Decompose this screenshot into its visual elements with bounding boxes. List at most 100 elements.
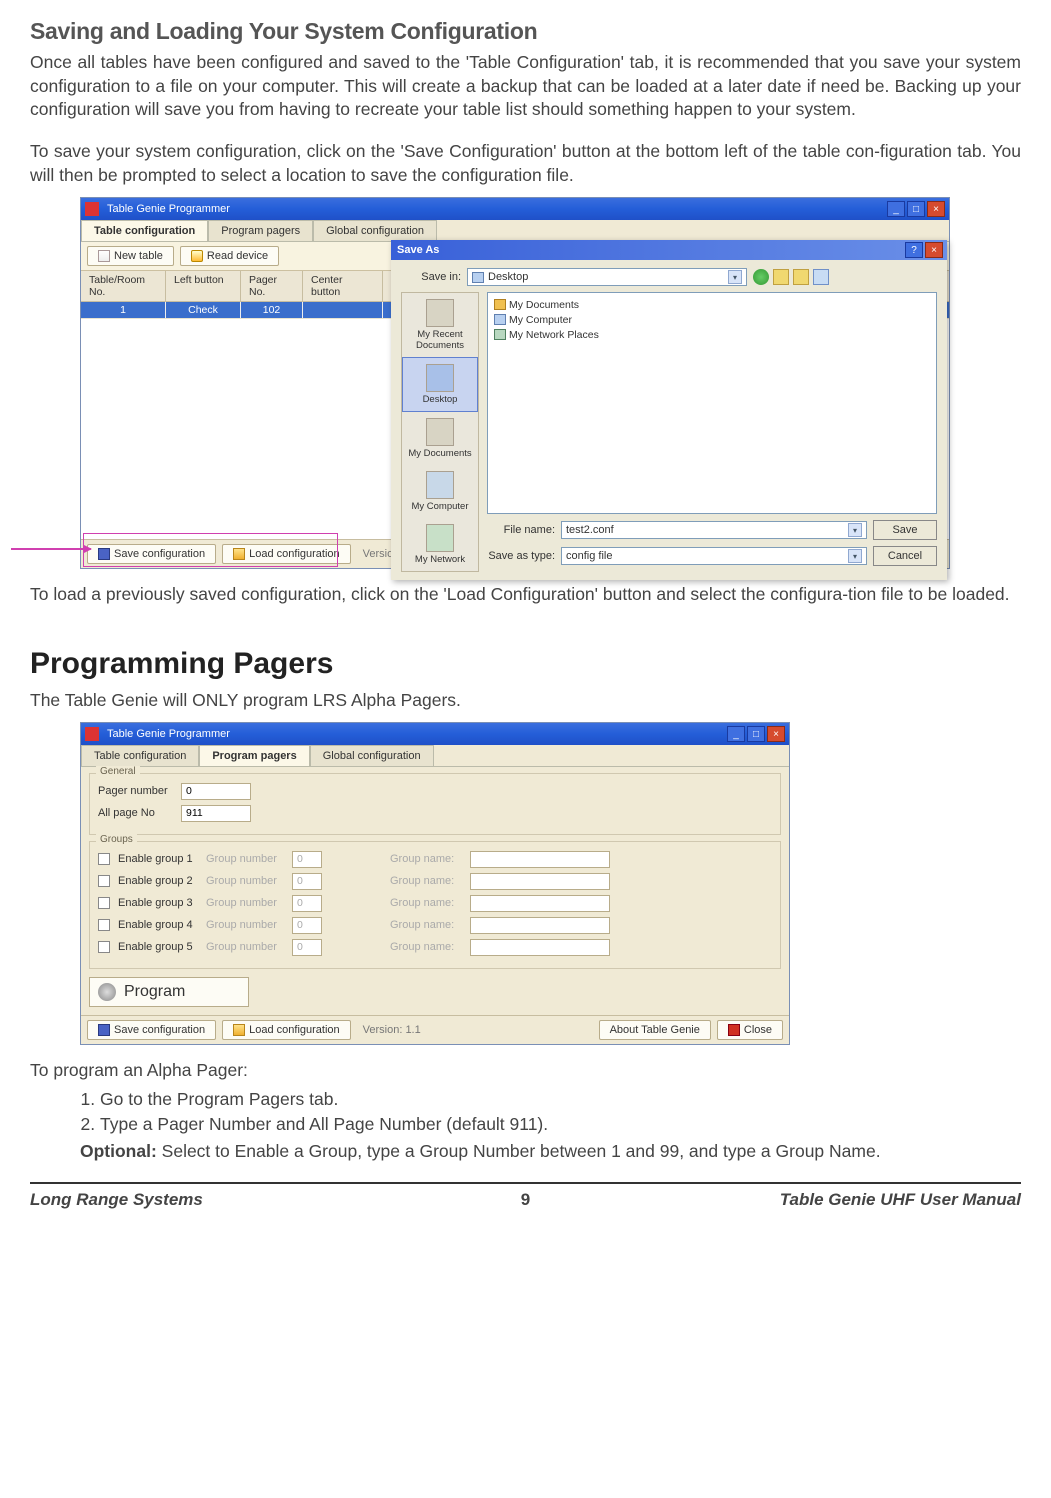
- label: My Documents: [408, 448, 471, 459]
- groupnum-label: Group number: [206, 897, 284, 909]
- groups-group: Groups Enable group 1Group numberGroup n…: [89, 841, 781, 969]
- optional-text: Select to Enable a Group, type a Group N…: [157, 1141, 881, 1161]
- close-button[interactable]: ×: [767, 726, 785, 742]
- folder-icon: [426, 299, 454, 327]
- groupname-label: Group name:: [390, 897, 462, 909]
- read-device-button[interactable]: Read device: [180, 246, 279, 266]
- groupname-label: Group name:: [390, 919, 462, 931]
- label: My Computer: [411, 501, 468, 512]
- groupname-input: [470, 917, 610, 934]
- page-footer: Long Range Systems 9 Table Genie UHF Use…: [30, 1182, 1021, 1210]
- filename-combo[interactable]: test2.conf▾: [561, 521, 867, 539]
- desktop-icon: [472, 272, 484, 283]
- enable-group-5: Enable group 5: [118, 941, 198, 953]
- new-table-button[interactable]: New table: [87, 246, 174, 266]
- checkbox[interactable]: [98, 919, 110, 931]
- tab-global-configuration[interactable]: Global configuration: [310, 745, 434, 766]
- back-icon[interactable]: [753, 269, 769, 285]
- label: My Network Places: [509, 329, 599, 341]
- maximize-button[interactable]: □: [747, 726, 765, 742]
- label: Desktop: [423, 394, 458, 405]
- annotation-arrow: [11, 548, 91, 550]
- enable-group-1: Enable group 1: [118, 853, 198, 865]
- up-folder-icon[interactable]: [773, 269, 789, 285]
- place-mycomputer[interactable]: My Computer: [402, 465, 478, 518]
- group-legend: Groups: [96, 834, 137, 845]
- chevron-down-icon: ▾: [848, 549, 862, 563]
- save-configuration-button[interactable]: Save configuration: [87, 1020, 216, 1040]
- body-text: To save your system configuration, click…: [30, 140, 1021, 187]
- tab-table-configuration[interactable]: Table configuration: [81, 745, 199, 766]
- optional-note: Optional: Select to Enable a Group, type…: [80, 1141, 1021, 1162]
- groupnum-label: Group number: [206, 941, 284, 953]
- savein-combo[interactable]: Desktop ▾: [467, 268, 747, 286]
- label: Read device: [207, 250, 268, 262]
- desktop-icon: [426, 364, 454, 392]
- close-button[interactable]: ×: [927, 201, 945, 217]
- saveastype-value: config file: [566, 550, 612, 562]
- allpage-label: All page No: [98, 807, 173, 819]
- maximize-button[interactable]: □: [907, 201, 925, 217]
- general-group: General Pager number All page No: [89, 773, 781, 835]
- col-header: Left button: [166, 271, 241, 301]
- app-icon: [85, 727, 99, 741]
- enable-group-2: Enable group 2: [118, 875, 198, 887]
- save-button[interactable]: Save: [873, 520, 937, 540]
- minimize-button[interactable]: _: [887, 201, 905, 217]
- about-button[interactable]: About Table Genie: [599, 1020, 711, 1040]
- views-icon[interactable]: [813, 269, 829, 285]
- label: My Recent Documents: [416, 329, 464, 351]
- footer-left: Long Range Systems: [30, 1190, 360, 1210]
- window-title: Table Genie Programmer: [103, 203, 887, 215]
- minimize-button[interactable]: _: [727, 726, 745, 742]
- groupnum-input: [292, 851, 322, 868]
- help-button[interactable]: ?: [905, 242, 923, 258]
- tab-table-configuration[interactable]: Table configuration: [81, 220, 208, 241]
- checkbox[interactable]: [98, 875, 110, 887]
- places-bar: My Recent Documents Desktop My Documents…: [401, 292, 479, 572]
- program-button[interactable]: Program: [89, 977, 249, 1007]
- label: Program: [124, 983, 185, 1001]
- list-item[interactable]: My Documents: [494, 297, 930, 312]
- groupname-input: [470, 895, 610, 912]
- window-title: Table Genie Programmer: [103, 728, 727, 740]
- label: New table: [114, 250, 163, 262]
- network-icon: [494, 329, 506, 340]
- savein-label: Save in:: [401, 271, 461, 283]
- file-list[interactable]: My Documents My Computer My Network Plac…: [487, 292, 937, 514]
- label: About Table Genie: [610, 1024, 700, 1036]
- cell: 102: [241, 302, 303, 318]
- place-desktop[interactable]: Desktop: [402, 357, 478, 412]
- col-header: Pager No.: [241, 271, 303, 301]
- groupname-input: [470, 939, 610, 956]
- checkbox[interactable]: [98, 941, 110, 953]
- list-item[interactable]: My Network Places: [494, 327, 930, 342]
- dialog-close-button[interactable]: ×: [925, 242, 943, 258]
- load-configuration-button[interactable]: Load configuration: [222, 1020, 351, 1040]
- newfile-icon: [98, 250, 110, 262]
- place-recent[interactable]: My Recent Documents: [402, 293, 478, 357]
- new-folder-icon[interactable]: [793, 269, 809, 285]
- group-legend: General: [96, 766, 140, 777]
- saveastype-label: Save as type:: [483, 550, 555, 562]
- network-icon: [426, 524, 454, 552]
- saveastype-combo[interactable]: config file ▾: [561, 547, 867, 565]
- tab-program-pagers[interactable]: Program pagers: [208, 220, 313, 241]
- tab-program-pagers[interactable]: Program pagers: [199, 745, 309, 766]
- folder-icon: [494, 299, 506, 310]
- place-mynetwork[interactable]: My Network: [402, 518, 478, 571]
- allpage-input[interactable]: [181, 805, 251, 822]
- cell: Check: [166, 302, 241, 318]
- place-mydocs[interactable]: My Documents: [402, 412, 478, 465]
- tab-global-configuration[interactable]: Global configuration: [313, 220, 437, 241]
- list-item[interactable]: My Computer: [494, 312, 930, 327]
- pagernum-input[interactable]: [181, 783, 251, 800]
- close-button[interactable]: Close: [717, 1020, 783, 1040]
- checkbox[interactable]: [98, 897, 110, 909]
- body-text: Once all tables have been configured and…: [30, 51, 1021, 122]
- ordered-list: Go to the Program Pagers tab. Type a Pag…: [100, 1089, 1021, 1135]
- cancel-button[interactable]: Cancel: [873, 546, 937, 566]
- dialog-toolbar: [753, 269, 829, 285]
- dialog-title: Save As: [395, 244, 905, 256]
- checkbox[interactable]: [98, 853, 110, 865]
